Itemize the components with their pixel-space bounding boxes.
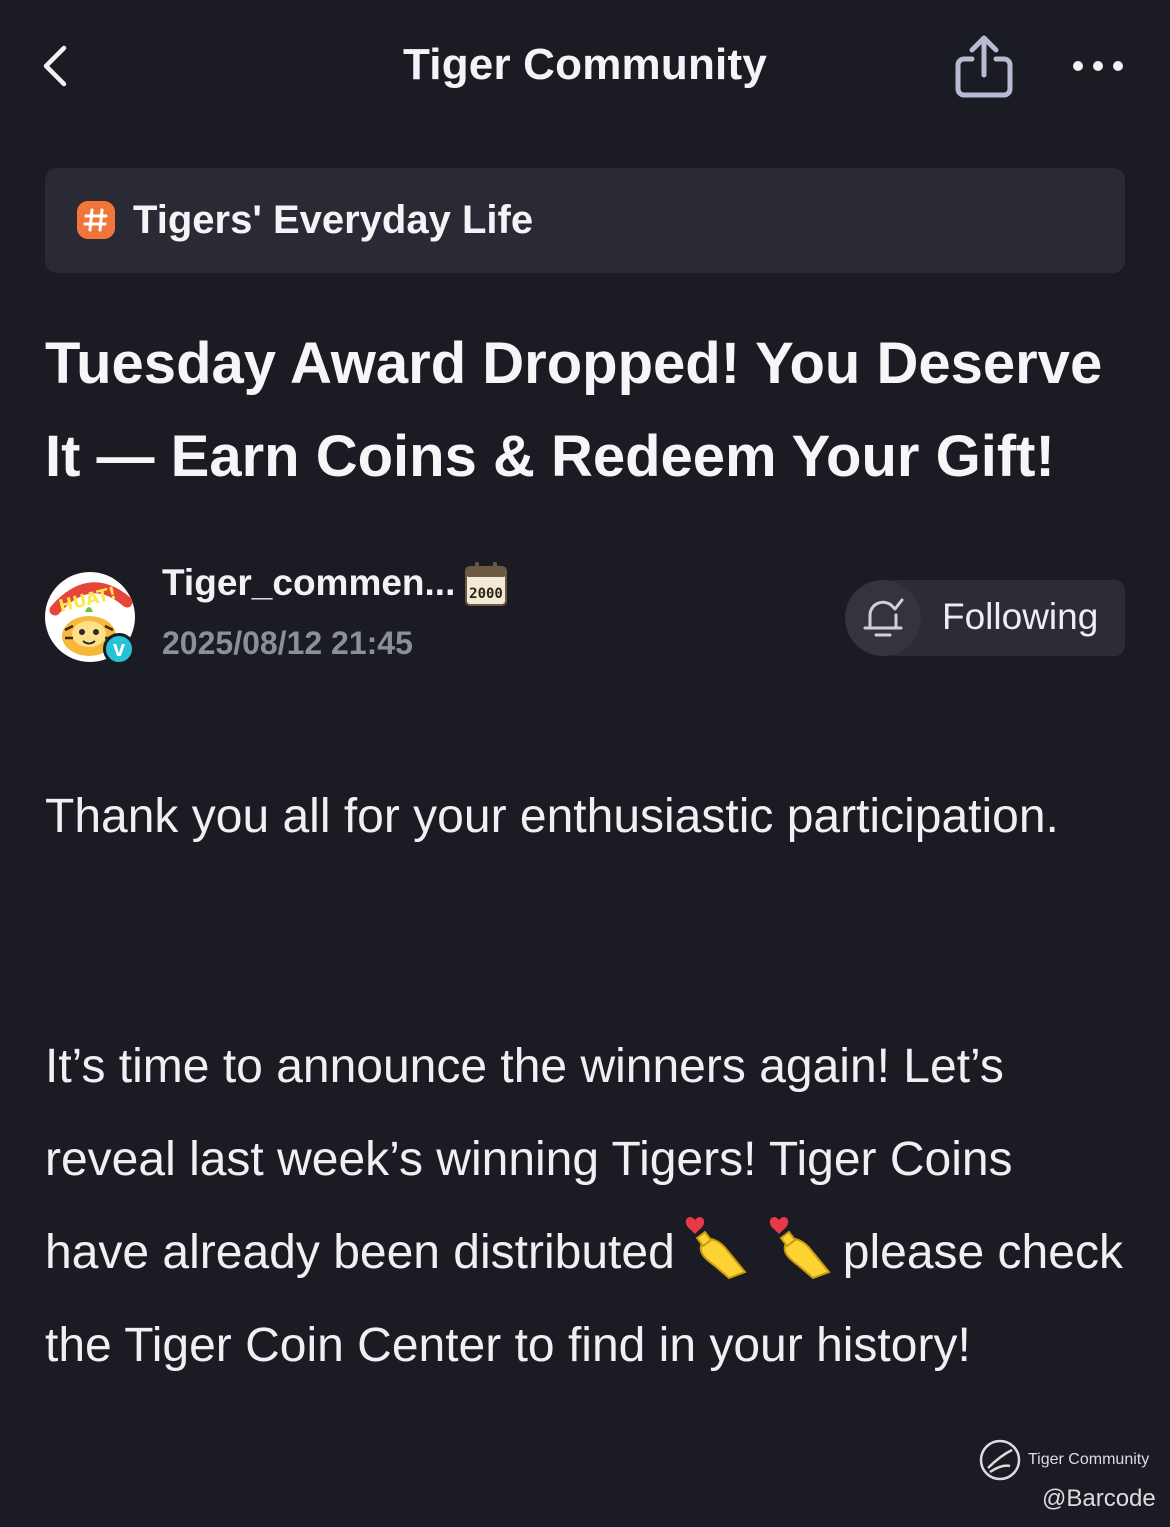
bell-check-icon xyxy=(863,598,904,637)
hashtag-icon xyxy=(77,201,115,239)
post-title: Tuesday Award Dropped! You Deserve It — … xyxy=(45,331,1103,489)
follow-control: Following xyxy=(845,580,1125,656)
rank-badge-text: 2000 xyxy=(469,586,503,602)
post-timestamp: 2025/08/12 21:45 xyxy=(162,625,413,661)
topic-label: Tigers' Everyday Life xyxy=(133,198,534,242)
top-bar: Tiger Community xyxy=(0,0,1170,134)
notification-bell-button[interactable] xyxy=(845,580,921,656)
more-horizontal-icon[interactable] xyxy=(1070,58,1126,74)
topic-card[interactable]: Tigers' Everyday Life xyxy=(45,168,1125,273)
share-icon[interactable] xyxy=(952,33,1016,99)
calendar-rank-badge-icon: 2000 xyxy=(465,562,507,606)
finger-heart-icon xyxy=(769,1217,831,1280)
following-label: Following xyxy=(942,596,1099,637)
watermark-brand: Tiger Community xyxy=(1028,1451,1150,1468)
watermark-user: @Barcode xyxy=(1042,1485,1156,1512)
author-name[interactable]: Tiger_commen... xyxy=(162,562,455,604)
post-paragraph-2: It’s time to announce the winners again!… xyxy=(45,1020,1125,1392)
verified-badge-icon: v xyxy=(103,633,135,665)
tiger-logo-icon xyxy=(979,1439,1021,1481)
finger-heart-icon xyxy=(685,1217,747,1280)
post-paragraph-1: Thank you all for your enthusiastic part… xyxy=(45,790,1059,843)
